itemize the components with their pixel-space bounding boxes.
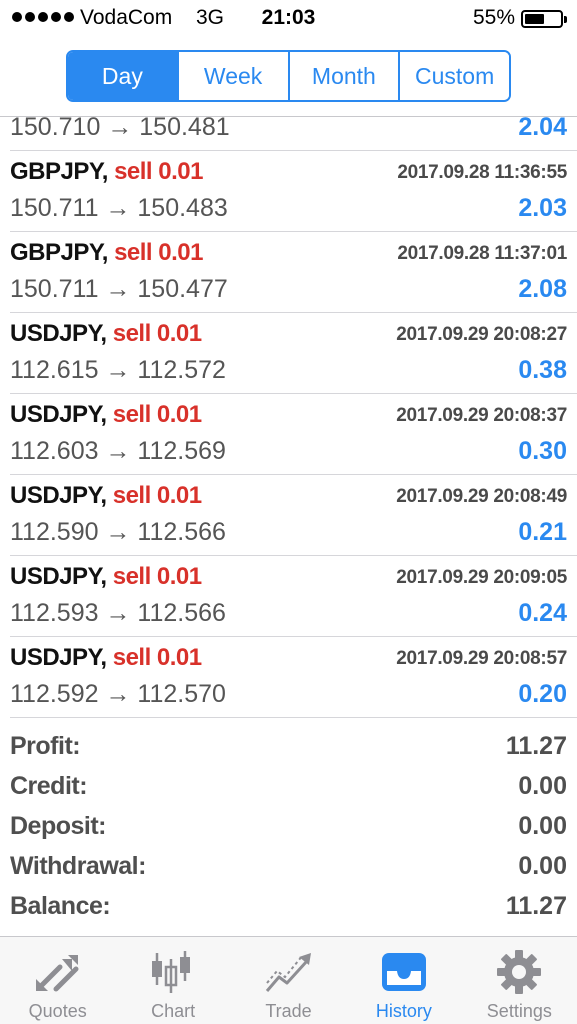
trade-profit: 0.21 [518,518,567,546]
trade-header: GBPJPY, sell 0.01 [10,239,203,267]
deposit-value: 0.00 [518,812,567,840]
tab-trade-label: Trade [265,1001,312,1021]
deposit-label: Deposit: [10,812,107,840]
summary-row-credit: Credit: 0.00 [10,768,567,808]
credit-label: Credit: [10,772,88,800]
trade-profit: 0.24 [518,599,567,627]
trade-prices: 112.592 → 112.570 [10,680,226,708]
trade-header: GBPJPY, sell 0.01 [10,158,203,186]
summary-row-balance: Balance: 11.27 [10,888,567,928]
trade-symbol: GBPJPY, [10,158,108,185]
trade-prices: 150.711 → 150.483 [10,194,228,222]
trade-row[interactable]: USDJPY, sell 0.01 2017.09.29 20:08:49 112.… [10,475,577,556]
trade-profit: 2.03 [518,194,567,222]
quotes-arrows-icon [30,947,86,997]
segment-week[interactable]: Week [176,52,288,100]
trade-time: 2017.09.29 20:08:49 [396,486,567,507]
tab-bar: Quotes Chart Trade History Settings [0,936,577,1024]
trade-symbol: USDJPY, [10,320,107,347]
trade-time: 2017.09.28 11:37:01 [397,243,567,264]
trade-symbol: USDJPY, [10,482,107,509]
tab-trade[interactable]: Trade [231,937,346,1024]
trade-profit: 2.08 [518,275,567,303]
trade-row[interactable]: 150.710 → 150.481 2.04 [10,117,577,151]
trade-header: USDJPY, sell 0.01 [10,320,202,348]
trade-prices: 150.711 → 150.477 [10,275,228,303]
history-inbox-icon [376,947,432,997]
trade-history-list[interactable]: 150.710 → 150.481 2.04 GBPJPY, sell 0.01 20… [0,117,577,718]
period-segmented-control: Day Week Month Custom [66,50,511,102]
tab-chart-label: Chart [151,1001,196,1021]
trade-header: USDJPY, sell 0.01 [10,401,202,429]
trade-prices: 112.603 → 112.569 [10,437,226,465]
battery-percent: 55% [472,6,515,29]
trade-profit: 0.30 [518,437,567,465]
trade-action: sell 0.01 [114,158,203,185]
trade-symbol: USDJPY, [10,644,107,671]
trade-action: sell 0.01 [114,239,203,266]
summary-row-deposit: Deposit: 0.00 [10,808,567,848]
trade-prices: 150.710 → 150.481 [10,117,230,141]
trade-profit: 0.20 [518,680,567,708]
trade-time: 2017.09.29 20:09:05 [396,567,567,588]
tab-history[interactable]: History [346,937,461,1024]
trade-time: 2017.09.28 11:36:55 [397,162,567,183]
profit-value: 11.27 [505,732,567,760]
segment-custom[interactable]: Custom [398,52,509,100]
trade-action: sell 0.01 [112,644,202,671]
tab-chart[interactable]: Chart [115,937,230,1024]
segment-day[interactable]: Day [68,52,177,100]
status-bar: VodaCom 3G 21:03 55% [0,0,577,38]
trade-time: 2017.09.29 20:08:37 [396,405,567,426]
trade-row[interactable]: USDJPY, sell 0.01 2017.09.29 20:08:37 112.… [10,394,577,475]
withdrawal-value: 0.00 [518,852,567,880]
trade-header: USDJPY, sell 0.01 [10,563,202,591]
trade-line-icon [261,947,317,997]
trade-row[interactable]: GBPJPY, sell 0.01 2017.09.28 11:36:55 150.… [10,151,577,232]
trade-prices: 112.593 → 112.566 [10,599,226,627]
tab-settings[interactable]: Settings [462,937,577,1024]
candlestick-chart-icon [145,947,201,997]
trade-time: 2017.09.29 20:08:57 [396,648,567,669]
trade-action: sell 0.01 [112,482,202,509]
gear-icon [491,947,547,997]
summary-row-profit: Profit: 11.27 [10,728,567,768]
tab-quotes-label: Quotes [28,1001,87,1021]
trade-action: sell 0.01 [112,563,202,590]
withdrawal-label: Withdrawal: [10,852,146,880]
summary-row-withdrawal: Withdrawal: 0.00 [10,848,567,888]
credit-value: 0.00 [518,772,567,800]
trade-symbol: GBPJPY, [10,239,108,266]
trade-row[interactable]: USDJPY, sell 0.01 2017.09.29 20:08:27 112.… [10,313,577,394]
trade-profit: 0.38 [518,356,567,384]
tab-quotes[interactable]: Quotes [0,937,115,1024]
trade-row[interactable]: GBPJPY, sell 0.01 2017.09.28 11:37:01 150.… [10,232,577,313]
trade-profit: 2.04 [518,117,567,141]
trade-row[interactable]: USDJPY, sell 0.01 2017.09.29 20:08:57 112.… [10,637,577,718]
trade-action: sell 0.01 [112,401,202,428]
trade-header: USDJPY, sell 0.01 [10,644,202,672]
trade-symbol: USDJPY, [10,401,107,428]
balance-value: 11.27 [505,892,567,920]
trade-prices: 112.615 → 112.572 [10,356,226,384]
trade-header: USDJPY, sell 0.01 [10,482,202,510]
trade-symbol: USDJPY, [10,563,107,590]
trade-row[interactable]: USDJPY, sell 0.01 2017.09.29 20:09:05 112.… [10,556,577,637]
tab-settings-label: Settings [486,1001,552,1021]
balance-label: Balance: [10,892,111,920]
tab-history-label: History [375,1001,432,1021]
trade-time: 2017.09.29 20:08:27 [396,324,567,345]
profit-label: Profit: [10,732,81,760]
battery-icon [521,10,567,28]
trade-prices: 112.590 → 112.566 [10,518,226,546]
account-summary: Profit: 11.27 Credit: 0.00 Deposit: 0.00… [10,728,567,928]
trade-action: sell 0.01 [112,320,202,347]
segment-month[interactable]: Month [287,52,399,100]
